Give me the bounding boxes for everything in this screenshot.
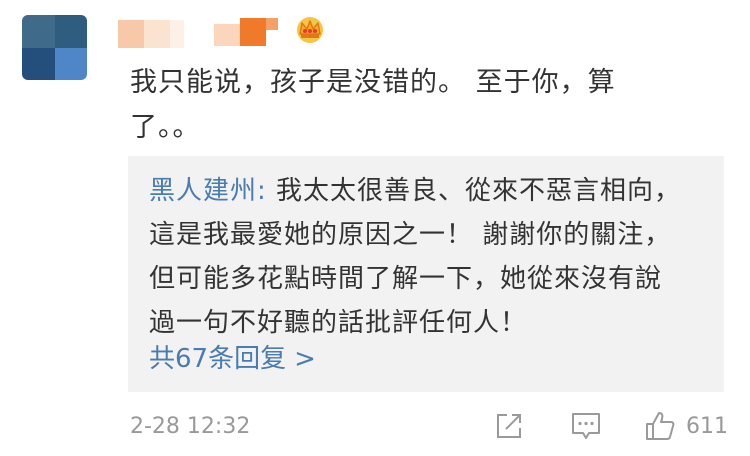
reply-preview[interactable]: 黑人建州: 我太太很善良、從來不惡言相向， 這是我最愛她的原因之一！ 謝謝你的關…	[128, 156, 724, 392]
share-icon	[497, 414, 521, 438]
avatar-tile	[22, 15, 55, 48]
comment-line: 了。。	[130, 112, 201, 143]
view-replies-link[interactable]: 共67条回复 >	[149, 339, 316, 379]
share-button[interactable]	[494, 408, 524, 444]
like-count: 611	[686, 413, 728, 439]
reply-line: 但可能多花點時間了解一下，她從來沒有說	[149, 264, 663, 294]
reply-count-label: 共67条回复	[149, 344, 287, 374]
comment-line: 我只能说，孩子是没错的。 至于你，算	[130, 67, 616, 98]
reply-line: 這是我最愛她的原因之一！ 謝謝你的關注，	[149, 220, 672, 250]
like-button[interactable]: 611	[644, 408, 728, 444]
pixel-block	[170, 20, 184, 48]
crown-icon	[292, 14, 328, 44]
comment-icon	[572, 413, 600, 439]
reply-line-text: 我太太很善良、從來不惡言相向，	[266, 176, 682, 206]
avatar-tile	[22, 48, 55, 80]
pixel-block	[214, 24, 240, 46]
timestamp: 2-28 12:32	[130, 414, 251, 439]
comment-button[interactable]	[570, 408, 602, 444]
avatar-tile	[55, 15, 87, 48]
comment-text: 我只能说，孩子是没错的。 至于你，算 了。。	[130, 60, 690, 150]
reply-line: 黑人建州: 我太太很善良、從來不惡言相向，	[149, 169, 709, 213]
reply-text: 黑人建州: 我太太很善良、從來不惡言相向， 這是我最愛她的原因之一！ 謝謝你的關…	[149, 169, 709, 345]
pixel-block	[118, 20, 144, 48]
thumbs-up-icon	[646, 412, 675, 440]
pixel-block	[144, 20, 170, 48]
pixel-block	[240, 18, 266, 46]
chevron-right-icon: >	[294, 344, 316, 374]
pixel-block	[266, 18, 278, 30]
avatar-tile	[55, 48, 87, 80]
reply-author-link[interactable]: 黑人建州:	[149, 176, 267, 206]
avatar[interactable]	[22, 15, 87, 80]
